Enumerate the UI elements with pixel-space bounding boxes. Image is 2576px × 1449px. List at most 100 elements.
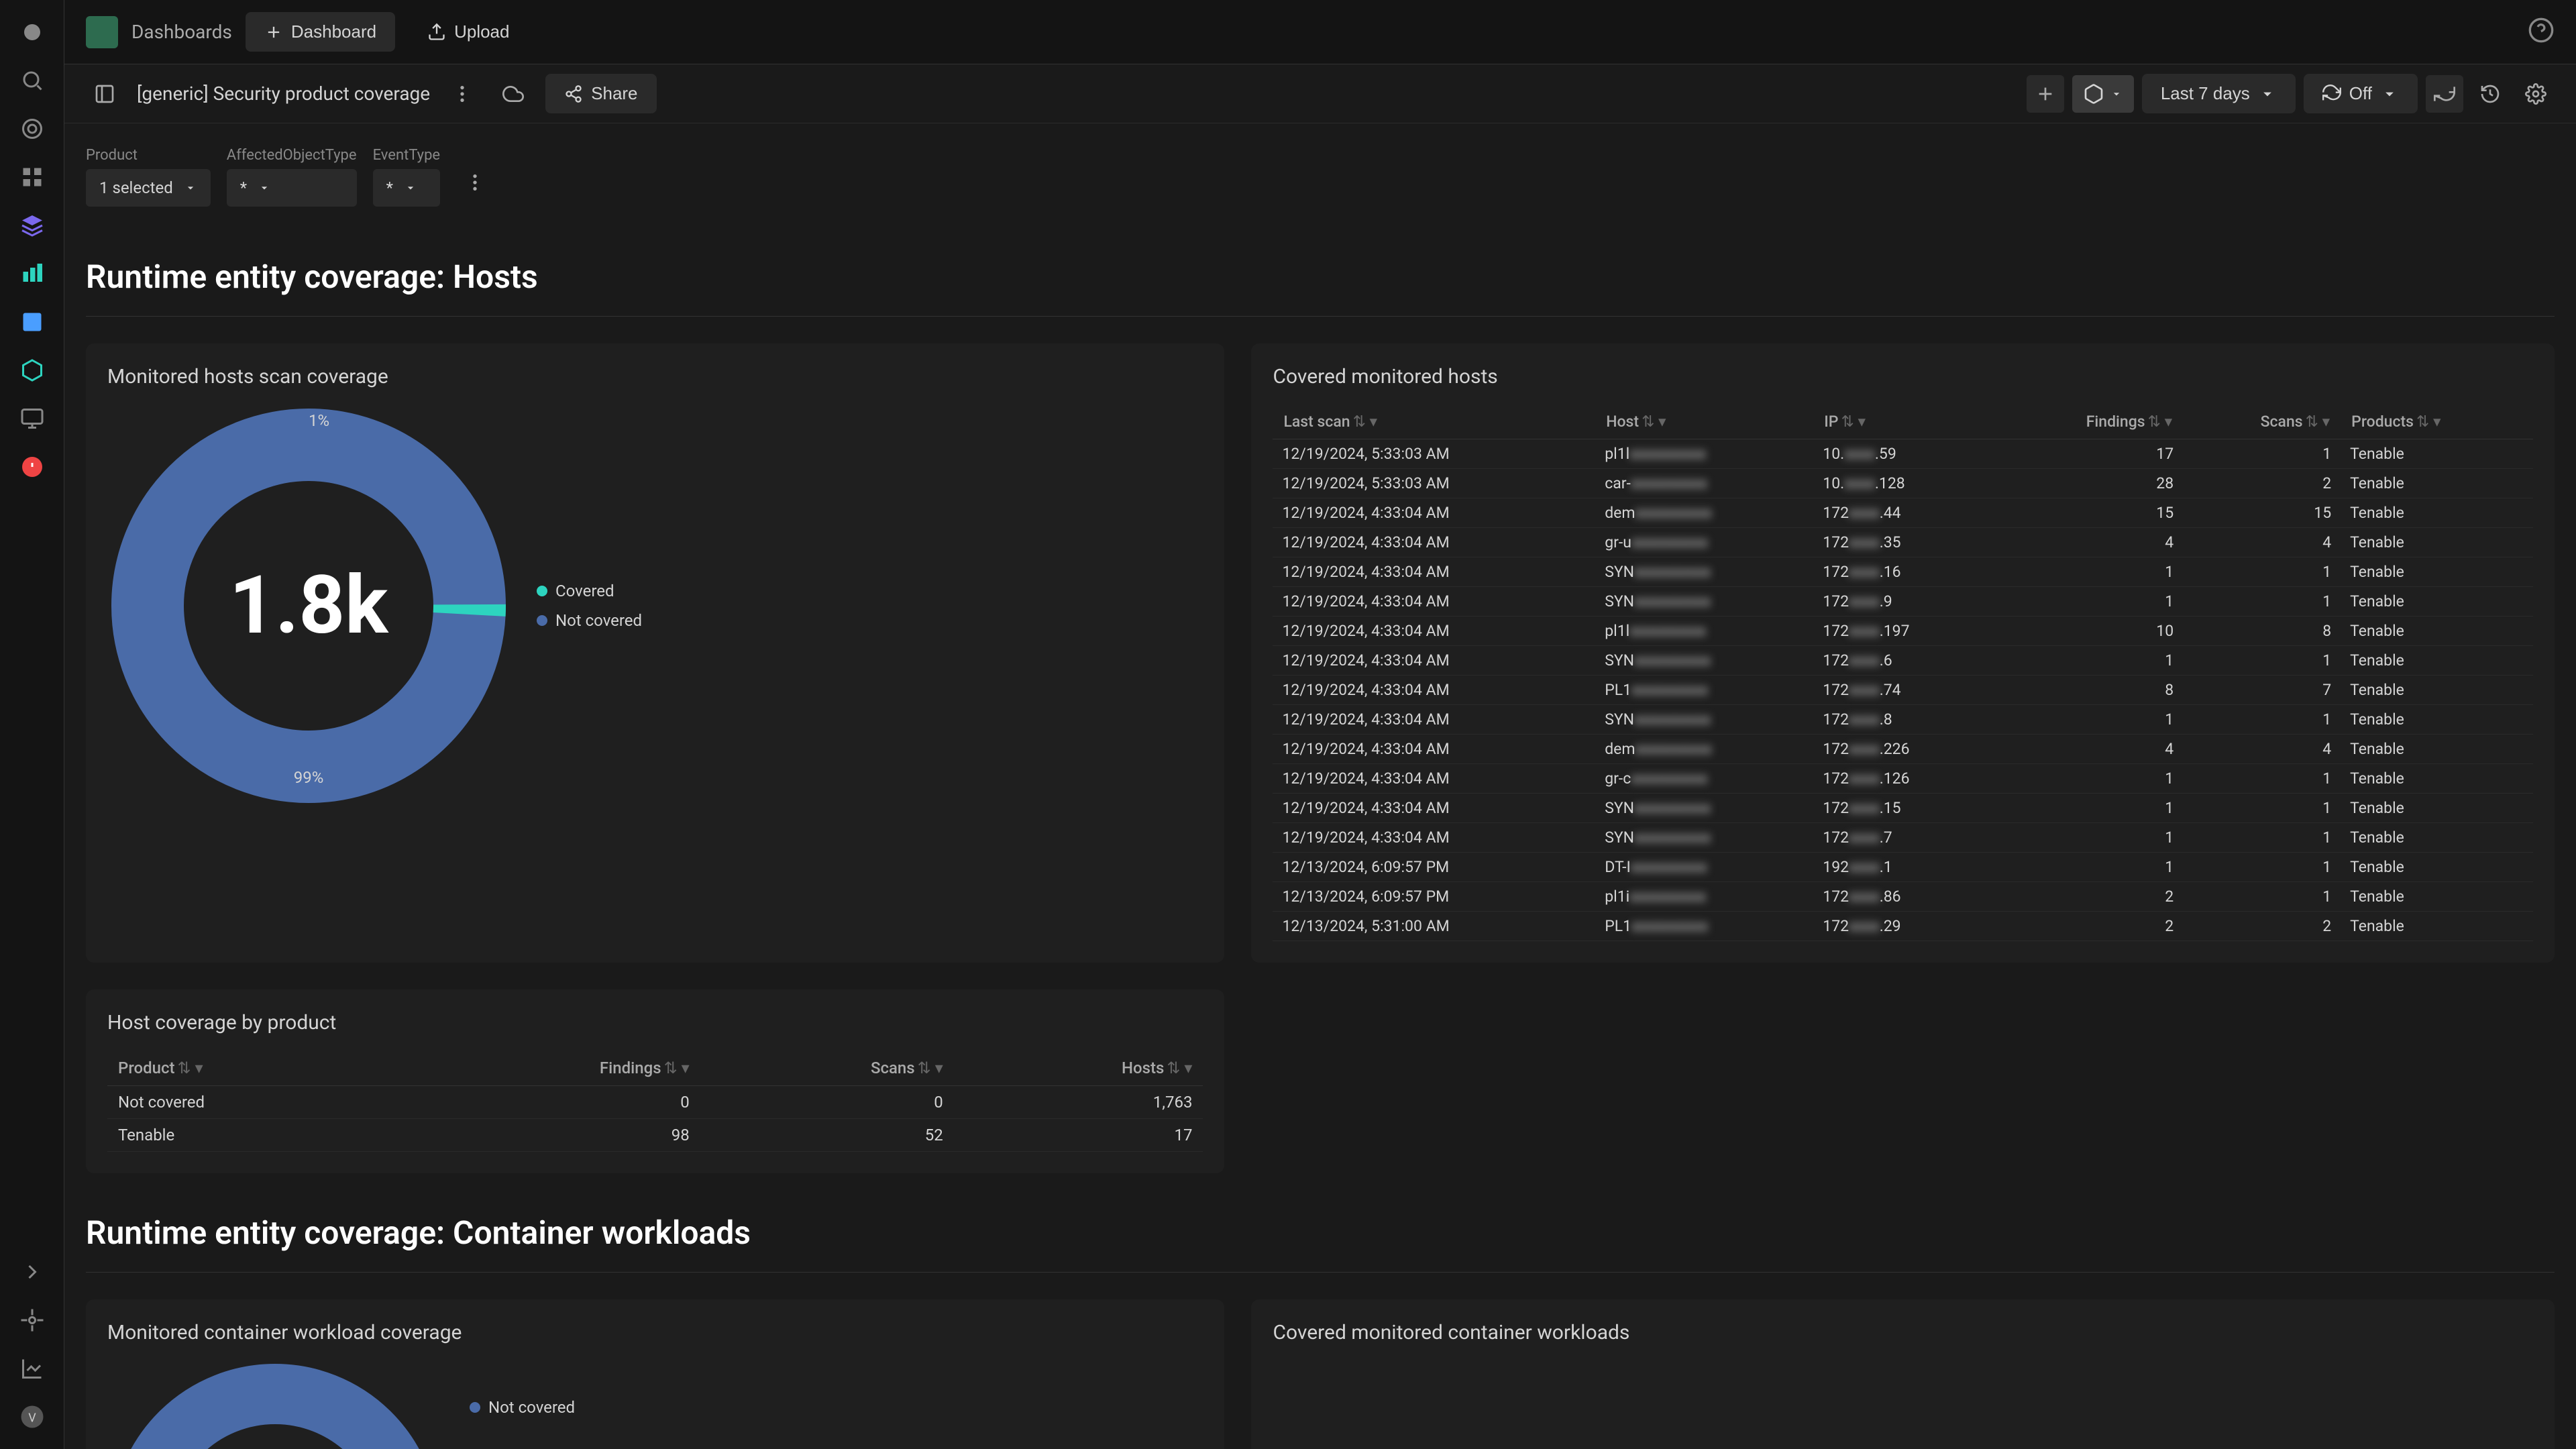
table-row[interactable]: 12/19/2024, 5:33:03 AMcar-xxxxxxxxxx10.x…: [1273, 469, 2533, 498]
col-products[interactable]: Products⇅ ▾: [2341, 405, 2533, 439]
expand-icon[interactable]: [16, 1256, 48, 1288]
panel-title: Covered monitored hosts: [1273, 365, 2533, 388]
panel-hosts-table: Covered monitored hosts Last scan⇅ ▾ Hos…: [1251, 343, 2555, 963]
table-row[interactable]: Tenable985217: [107, 1119, 1203, 1152]
section-header-hosts: Runtime entity coverage: Hosts: [86, 217, 2555, 317]
chevron-down-icon: [2110, 87, 2123, 101]
table-row[interactable]: 12/19/2024, 4:33:04 AMSYNxxxxxxxxxx172xx…: [1273, 794, 2533, 823]
refresh-now-button[interactable]: [2426, 75, 2463, 113]
panel-title: Host coverage by product: [107, 1011, 1203, 1034]
filter-affected-select[interactable]: *: [227, 169, 357, 207]
table-row[interactable]: 12/19/2024, 4:33:04 AMPL1xxxxxxxxxx172xx…: [1273, 676, 2533, 705]
legend-dot: [537, 586, 547, 596]
sidebar: V: [0, 0, 64, 1449]
grid-icon[interactable]: [16, 306, 48, 338]
table-row[interactable]: 12/19/2024, 4:33:04 AMSYNxxxxxxxxxx172xx…: [1273, 557, 2533, 587]
dashboard-logo-icon: [86, 16, 118, 48]
share-icon: [564, 85, 583, 103]
settings-gear-icon[interactable]: [2517, 75, 2555, 113]
section-header-containers: Runtime entity coverage: Container workl…: [86, 1173, 2555, 1273]
filter-label-event: EventType: [373, 147, 441, 164]
col-findings[interactable]: Findings⇅ ▾: [1996, 405, 2183, 439]
search-icon[interactable]: [16, 64, 48, 97]
table-row[interactable]: 12/19/2024, 4:33:04 AMdemxxxxxxxxxx172xx…: [1273, 498, 2533, 528]
sidebar-logo-icon[interactable]: [16, 16, 48, 48]
chart-icon[interactable]: [16, 258, 48, 290]
panel-container-table: Covered monitored container workloads: [1251, 1299, 2555, 1449]
more-filters-icon[interactable]: [456, 164, 494, 201]
new-dashboard-button[interactable]: Dashboard: [246, 12, 395, 52]
chevron-down-icon: [2258, 85, 2277, 103]
view-mode-button[interactable]: [2072, 75, 2134, 113]
col-product[interactable]: Product⇅ ▾: [107, 1051, 399, 1086]
table-row[interactable]: 12/19/2024, 4:33:04 AMSYNxxxxxxxxxx172xx…: [1273, 823, 2533, 853]
filter-event-select[interactable]: *: [373, 169, 441, 207]
coverage-table: Product⇅ ▾ Findings⇅ ▾ Scans⇅ ▾ Hosts⇅ ▾…: [107, 1051, 1203, 1152]
table-row[interactable]: 12/19/2024, 4:33:04 AMgr-cxxxxxxxxxx172x…: [1273, 764, 2533, 794]
filter-product-select[interactable]: 1 selected: [86, 169, 211, 207]
target-icon[interactable]: [16, 113, 48, 145]
panel-donut-hosts: Monitored hosts scan coverage 1.8k 1% 99…: [86, 343, 1224, 963]
share-button[interactable]: Share: [545, 74, 656, 113]
breadcrumb-dashboards[interactable]: Dashboards: [131, 21, 232, 43]
table-row[interactable]: 12/19/2024, 4:33:04 AMdemxxxxxxxxxx172xx…: [1273, 735, 2533, 764]
upload-button[interactable]: Upload: [409, 12, 528, 52]
table-row[interactable]: 12/19/2024, 4:33:04 AMSYNxxxxxxxxxx172xx…: [1273, 587, 2533, 616]
donut-chart[interactable]: 1.8k 1% 99%: [107, 405, 510, 807]
col-scans[interactable]: Scans⇅ ▾: [2183, 405, 2341, 439]
history-icon[interactable]: [2471, 75, 2509, 113]
plus-icon: [264, 23, 283, 42]
panel-title: Monitored hosts scan coverage: [107, 365, 1203, 388]
chevron-down-icon: [258, 181, 271, 195]
hex-icon[interactable]: [16, 354, 48, 386]
legend-item-not-covered[interactable]: Not covered: [470, 1398, 575, 1417]
chevron-down-icon: [404, 181, 417, 195]
table-row[interactable]: 12/13/2024, 6:09:57 PMpl1ixxxxxxxxxx172x…: [1273, 882, 2533, 912]
user-avatar[interactable]: V: [16, 1401, 48, 1433]
col-scans[interactable]: Scans⇅ ▾: [700, 1051, 954, 1086]
legend-item-covered[interactable]: Covered: [537, 582, 642, 600]
table-row[interactable]: 12/19/2024, 4:33:04 AMSYNxxxxxxxxxx172xx…: [1273, 646, 2533, 676]
col-hosts[interactable]: Hosts⇅ ▾: [954, 1051, 1203, 1086]
settings-icon[interactable]: [16, 1304, 48, 1336]
col-findings[interactable]: Findings⇅ ▾: [399, 1051, 700, 1086]
table-row[interactable]: 12/19/2024, 4:33:04 AMSYNxxxxxxxxxx172xx…: [1273, 705, 2533, 735]
col-host[interactable]: Host⇅ ▾: [1595, 405, 1813, 439]
legend-dot: [537, 615, 547, 626]
donut-center-value: 1.8k: [229, 559, 388, 653]
analytics-icon[interactable]: [16, 1352, 48, 1385]
apps-icon[interactable]: [16, 161, 48, 193]
table-row[interactable]: Not covered001,763: [107, 1086, 1203, 1119]
sidebar-toggle-icon[interactable]: [86, 75, 123, 113]
topbar: Dashboards Dashboard Upload: [64, 0, 2576, 64]
filter-label-affected: AffectedObjectType: [227, 147, 357, 164]
more-menu-icon[interactable]: [443, 75, 481, 113]
time-range-button[interactable]: Last 7 days: [2142, 74, 2296, 113]
panel-title: Covered monitored container workloads: [1273, 1321, 2533, 1344]
table-row[interactable]: 12/19/2024, 4:33:04 AMpl1lxxxxxxxxxx172x…: [1273, 616, 2533, 646]
auto-refresh-button[interactable]: Off: [2304, 74, 2418, 113]
table-row[interactable]: 12/13/2024, 5:31:00 AMPL1xxxxxxxxxx172xx…: [1273, 912, 2533, 941]
col-last-scan[interactable]: Last scan⇅ ▾: [1273, 405, 1595, 439]
layers-icon[interactable]: [16, 209, 48, 241]
add-button[interactable]: [2027, 75, 2064, 113]
help-icon[interactable]: [2528, 17, 2555, 48]
svg-text:V: V: [28, 1411, 36, 1426]
legend: Covered Not covered: [537, 582, 642, 630]
table-row[interactable]: 12/19/2024, 5:33:03 AMpl1lxxxxxxxxxx10.x…: [1273, 439, 2533, 469]
pct-bottom: 99%: [294, 768, 324, 787]
legend-item-not-covered[interactable]: Not covered: [537, 611, 642, 630]
legend-dot: [470, 1402, 480, 1413]
monitor-icon[interactable]: [16, 402, 48, 435]
upload-icon: [427, 23, 446, 42]
pct-top: 1%: [309, 411, 329, 430]
table-row[interactable]: 12/19/2024, 4:33:04 AMgr-uxxxxxxxxxx172x…: [1273, 528, 2533, 557]
cloud-sync-icon[interactable]: [494, 75, 532, 113]
table-row[interactable]: 12/13/2024, 6:09:57 PMDT-Ixxxxxxxxxx192x…: [1273, 853, 2533, 882]
panel-title: Monitored container workload coverage: [107, 1321, 1203, 1344]
chevron-down-icon: [184, 181, 197, 195]
alert-icon[interactable]: [16, 451, 48, 483]
filter-label-product: Product: [86, 147, 211, 164]
page-title: [generic] Security product coverage: [137, 83, 430, 105]
col-ip[interactable]: IP⇅ ▾: [1813, 405, 1996, 439]
